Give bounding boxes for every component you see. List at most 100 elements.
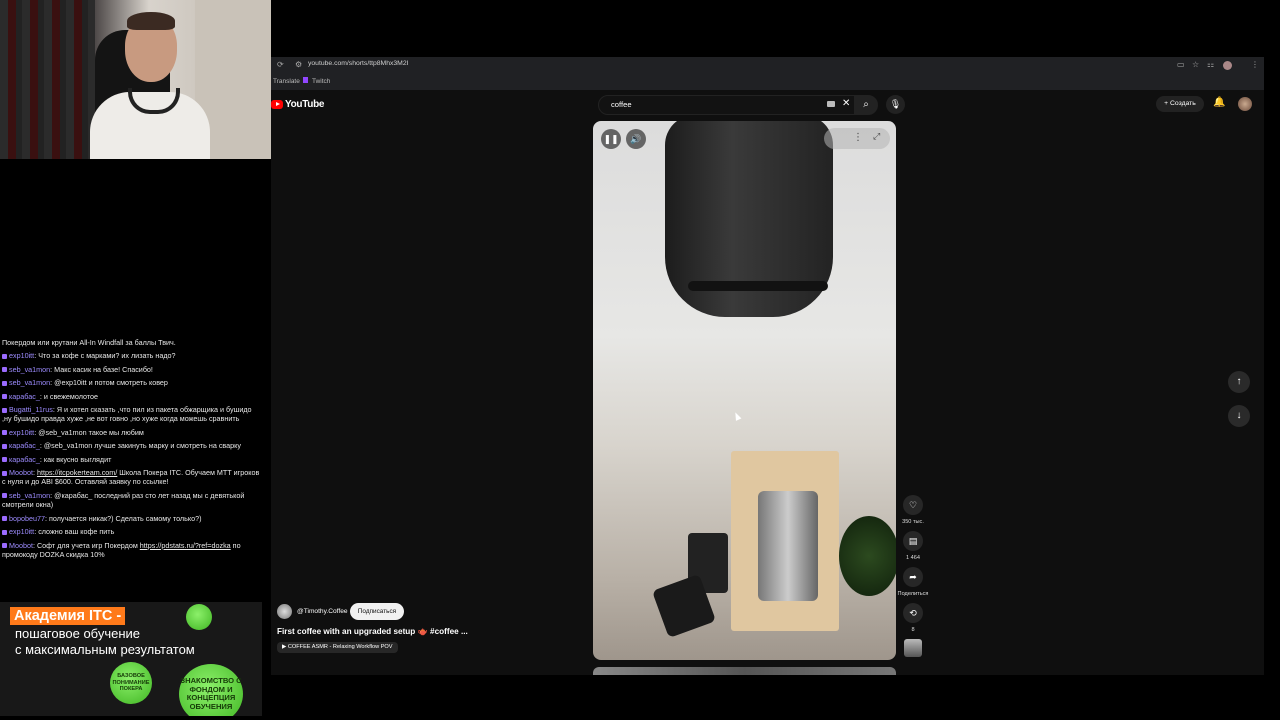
youtube-logo[interactable]: YouTube [271,97,325,111]
comments-button[interactable]: ▤ [903,531,923,551]
remix-icon: ⟲ [909,608,917,618]
pause-icon: ❚❚ [603,134,619,144]
arrow-up-icon: ↑ [1236,376,1242,387]
menu-icon[interactable]: ⋮ [1251,60,1259,69]
more-options-icon[interactable]: ⋮ [853,132,863,143]
heart-icon: ♡ [908,500,918,510]
volume-icon: 🔊 [630,134,642,144]
promo-circle-fund: ЗНАКОМСТВО С ФОНДОМ И КОНЦЕПЦИЯ ОБУЧЕНИЯ [179,664,243,716]
chat-badge-icon [2,380,7,386]
cast-icon[interactable]: ▭ [1177,60,1185,69]
voice-search-button[interactable]: 🎙 [886,95,905,114]
chat-username[interactable]: карабас_ [9,392,40,401]
chat-message: seb_va1mon: Макс касик на базе! Спасибо! [0,363,262,376]
address-bar[interactable]: youtube.com/shorts/ttp8Mhx3M2I [308,60,409,67]
fullscreen-icon[interactable]: ⤢ [873,131,880,142]
chat-message: bopobeu77: получается никак?) Сделать са… [0,512,262,525]
chat-username[interactable]: Moobot [9,541,33,550]
chat-badge-icon [2,493,7,499]
chat-badge-icon [2,443,7,449]
bookmark-star-icon[interactable]: ☆ [1192,60,1199,69]
bookmark-twitch[interactable]: Twitch [312,78,330,85]
site-info-icon[interactable]: ⚙ [295,60,302,69]
chat-link[interactable]: https://itcpokerteam.com/ [37,468,117,477]
bookmark-translate[interactable]: Translate [273,78,300,85]
chat-link[interactable]: https://pdstats.ru/?ref=dozka [140,541,231,550]
twitch-icon [303,77,308,83]
chat-text: @exp10itt и потом смотреть ковер [54,378,168,388]
keyboard-icon[interactable] [827,101,835,107]
chat-username[interactable]: exp10itt [9,527,34,536]
chat-badge-icon [2,516,7,522]
share-label: Поделиться [897,591,929,597]
like-button[interactable]: ♡ [903,495,923,515]
promo-circle-basic: БАЗОВОЕ ПОНИМАНИЕ ПОКЕРА [110,662,152,704]
pause-button[interactable]: ❚❚ [601,129,621,149]
chat-username[interactable]: seb_va1mon [9,491,50,500]
search-button[interactable]: ⌕ [854,95,878,115]
chat-message: карабас_: как вкусно выглядит [0,453,262,466]
reload-icon[interactable]: ⟳ [277,60,284,69]
remix-button[interactable]: ⟲ [903,603,923,623]
chat-username[interactable]: exp10itt [9,351,34,360]
bookmarks-bar: Translate Twitch [271,74,1264,90]
chat-text: сложно ваш кофе пить [38,527,115,537]
chat-username[interactable]: exp10itt [9,428,34,437]
remix-count: 8 [911,627,915,633]
video-title[interactable]: First coffee with an upgraded setup 🫖 #c… [277,627,468,637]
chat-username[interactable]: seb_va1mon [9,365,50,374]
webcam-overlay [0,0,271,159]
clear-search-icon[interactable]: ✕ [842,98,850,109]
profile-icon[interactable] [1223,61,1232,70]
account-avatar[interactable] [1238,97,1252,111]
chat-message: exp10itt: Что за кофе с марками? их лиза… [0,349,262,362]
chat-message: seb_va1mon: @карабас_ последний раз сто … [2,490,245,510]
chat-badge-icon [2,470,7,476]
playlist-chip[interactable]: ▶ COFFEE ASMR - Relaxing Workflow POV [277,642,398,653]
chat-badge-icon [2,354,7,359]
twitch-chat: Покердом или крутани All-In Windfall за … [0,336,262,561]
short-video-player[interactable] [593,121,896,660]
sound-thumbnail[interactable] [904,639,922,657]
search-input[interactable]: coffee ✕ [598,95,856,115]
chat-badge-icon [2,543,7,549]
share-button[interactable]: ➦ [903,567,923,587]
plant [839,516,896,596]
channel-name[interactable]: @Timothy.Coffee [297,608,348,615]
chat-text: @seb_va1mon лучше закинуть марку и смотр… [43,441,241,451]
next-short-button[interactable]: ↓ [1228,405,1250,427]
promo-logo-circle [186,604,212,630]
chat-message: exp10itt: @seb_va1mon такое мы любим [0,426,262,439]
acoustic-wall [0,0,95,159]
chat-username[interactable]: Moobot [9,468,33,477]
previous-short-button[interactable]: ↑ [1228,371,1250,393]
chat-username[interactable]: seb_va1mon [9,378,50,387]
chat-message: seb_va1mon: @exp10itt и потом смотреть к… [0,376,262,389]
espresso-machine [758,491,818,601]
search-icon: ⌕ [863,99,869,110]
arrow-down-icon: ↓ [1236,410,1242,421]
notifications-bell-icon[interactable]: 🔔 [1213,97,1225,108]
chat-message: карабас_: @seb_va1mon лучше закинуть мар… [0,439,262,452]
channel-avatar[interactable] [277,604,292,619]
chat-username[interactable]: карабас_ [9,441,40,450]
chat-username[interactable]: Bugatti_11rus [9,405,53,414]
create-button[interactable]: + Создать [1156,96,1204,112]
chat-message: Moobot: https://itcpokerteam.com/ Школа … [2,468,260,487]
chat-badge-icon [2,430,7,436]
promo-title: Академия ITC - [10,607,126,625]
chat-message: Bugatti_11rus: Я и хотел сказать ,что пи… [2,405,252,424]
next-short-preview[interactable] [593,667,896,675]
chat-text: Покердом или крутани All-In Windfall за … [2,338,176,347]
chat-badge-icon [2,407,7,413]
streamer-hair [127,12,175,30]
extensions-icon[interactable]: ⚏ [1207,60,1214,69]
chat-text: Софт для учета игр Покердом [36,540,140,550]
chat-badge-icon [2,457,7,463]
chat-text: как вкусно выглядит [43,454,112,464]
chat-username[interactable]: карабас_ [9,455,40,464]
volume-button[interactable]: 🔊 [626,129,646,149]
like-count: 350 тыс. [902,519,924,525]
chat-username[interactable]: bopobeu77 [9,514,45,523]
subscribe-button[interactable]: Подписаться [350,603,404,620]
